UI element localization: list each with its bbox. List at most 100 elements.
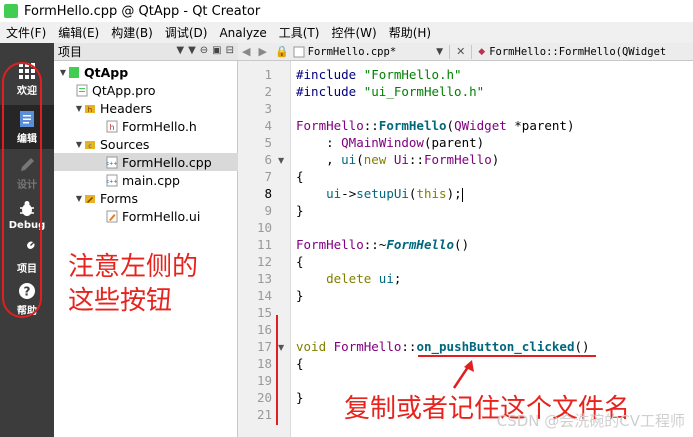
tree-item-label: Headers [100, 100, 153, 116]
sources-folder-icon: c [85, 140, 95, 150]
svg-text:h: h [109, 123, 114, 132]
line-number: 20 [256, 390, 272, 405]
link-icon[interactable]: ⊖ [200, 45, 208, 56]
lock-icon: 🔒 [274, 45, 289, 58]
tree-item-formhello-h[interactable]: h FormHello.h [54, 117, 238, 135]
code-line: FormHello::~FormHello() [296, 237, 470, 252]
code-line-current: ui->setupUi(this); [326, 186, 463, 202]
code-line: { [296, 169, 304, 184]
svg-text:c: c [88, 143, 91, 150]
back-arrow-icon[interactable]: ◀ [238, 45, 254, 58]
symbol-breadcrumb[interactable]: FormHello::FormHello(QWidget [489, 46, 666, 58]
code-line: #include "FormHello.h" [296, 67, 462, 82]
menu-build[interactable]: 构建(B) [105, 24, 159, 41]
qt-logo-icon [4, 4, 18, 18]
annotation-oval [2, 62, 42, 318]
line-number: 2 [264, 84, 272, 99]
menu-widgets[interactable]: 控件(W) [325, 24, 382, 41]
code-line: } [296, 203, 304, 218]
line-number: 18 [256, 356, 272, 371]
svg-text:c++: c++ [106, 179, 117, 185]
headers-folder-icon: h [85, 104, 95, 114]
line-number: 19 [256, 373, 272, 388]
close-panel-icon[interactable]: ⊟ [226, 45, 234, 56]
close-file-icon[interactable]: ✕ [456, 45, 465, 58]
menu-tools[interactable]: 工具(T) [273, 24, 326, 41]
fold-arrow-icon[interactable]: ▼ [278, 156, 284, 165]
code-line: } [296, 390, 304, 405]
tree-item-forms[interactable]: ▼ Forms [54, 189, 238, 207]
code-line: { [296, 356, 304, 371]
line-number: 12 [256, 254, 272, 269]
watermark: CSDN @会洗碗的CV工程师 [496, 412, 685, 430]
menu-edit[interactable]: 编辑(E) [52, 24, 105, 41]
line-number: 16 [256, 322, 272, 337]
line-number: 21 [256, 407, 272, 422]
cpp-file-icon: c++ [106, 174, 118, 186]
project-panel: 项目 ▼ ▼ ⊖ ▣ ⊟ ▼ QtApp QtApp.pro ▼ h Heade… [54, 43, 238, 437]
tree-item-label: Forms [100, 190, 139, 206]
cpp-file-icon [293, 46, 305, 57]
menu-help[interactable]: 帮助(H) [383, 24, 437, 41]
filter-icon[interactable]: ▼ [188, 45, 196, 56]
tree-item-label: QtApp.pro [92, 82, 156, 98]
code-line: { [296, 254, 304, 269]
line-number: 5 [264, 135, 272, 150]
tree-item-label: main.cpp [122, 172, 180, 188]
line-number: 3 [264, 101, 272, 116]
pro-file-icon [76, 84, 88, 96]
line-number: 9 [264, 203, 272, 218]
project-panel-title: 项目 [58, 45, 83, 59]
expand-arrow-icon[interactable]: ▼ [74, 194, 84, 203]
line-number: 15 [256, 305, 272, 320]
line-number: 6 [264, 152, 272, 167]
split-icon[interactable]: ▣ [212, 45, 221, 56]
tree-item-label: FormHello.cpp [122, 154, 212, 170]
line-number-gutter: 1 2 3 4 5 6 7 8 9 10 11 12 13 14 15 16 1… [238, 61, 291, 437]
tree-item-label: QtApp [84, 64, 129, 80]
line-number: 10 [256, 220, 272, 235]
window-title: FormHello.cpp @ QtApp - Qt Creator [24, 3, 261, 19]
left-annotation-line1: 注意左侧的 [68, 252, 199, 282]
code-line: , ui(new Ui::FormHello) [296, 152, 500, 167]
line-number: 1 [264, 67, 272, 82]
tree-item-project[interactable]: ▼ QtApp [54, 63, 238, 81]
annotation-left-bar [276, 315, 278, 425]
line-number-current: 8 [264, 186, 272, 201]
tree-item-sources[interactable]: ▼ c Sources [54, 135, 238, 153]
menu-debug[interactable]: 调试(D) [159, 24, 214, 41]
tree-item-pro[interactable]: QtApp.pro [54, 81, 238, 99]
tree-item-label: FormHello.h [122, 118, 197, 134]
code-line: void FormHello::on_pushButton_clicked() [296, 339, 590, 354]
header-file-icon: h [106, 120, 118, 132]
expand-arrow-icon[interactable]: ▼ [74, 140, 84, 149]
line-number: 17 [256, 339, 272, 354]
qt-creator-window: FormHello.cpp @ QtApp - Qt Creator 文件(F)… [0, 0, 693, 437]
cpp-file-icon: c++ [106, 156, 118, 168]
tree-item-label: FormHello.ui [122, 208, 201, 224]
forward-arrow-icon[interactable]: ▶ [254, 45, 270, 58]
code-area[interactable]: #include "FormHello.h" #include "ui_Form… [296, 61, 693, 437]
line-number: 11 [256, 237, 272, 252]
fold-arrow-icon[interactable]: ▼ [278, 343, 284, 352]
tree-item-formhello-ui[interactable]: FormHello.ui [54, 207, 238, 225]
file-dropdown-icon[interactable]: ▼ [436, 47, 443, 57]
svg-text:c++: c++ [106, 161, 117, 167]
left-annotation-line2: 这些按钮 [68, 286, 173, 316]
title-bar: FormHello.cpp @ QtApp - Qt Creator [0, 0, 693, 22]
left-annotation: 注意左侧的 这些按钮 [68, 250, 238, 318]
menu-analyze[interactable]: Analyze [213, 26, 272, 40]
dropdown-icon[interactable]: ▼ [176, 45, 184, 56]
code-line: #include "ui_FormHello.h" [296, 84, 485, 99]
expand-arrow-icon[interactable]: ▼ [74, 104, 84, 113]
tree-item-formhello-cpp[interactable]: c++ FormHello.cpp [54, 153, 238, 171]
tree-item-headers[interactable]: ▼ h Headers [54, 99, 238, 117]
menu-file[interactable]: 文件(F) [0, 24, 52, 41]
expand-arrow-icon[interactable]: ▼ [58, 68, 68, 77]
ui-file-icon [106, 210, 118, 222]
project-panel-header: 项目 ▼ ▼ ⊖ ▣ ⊟ [54, 43, 238, 61]
open-file-name[interactable]: FormHello.cpp* [308, 46, 397, 58]
tree-item-main-cpp[interactable]: c++ main.cpp [54, 171, 238, 189]
line-number: 13 [256, 271, 272, 286]
editor-toolbar: ◀ ▶ 🔒 FormHello.cpp* ▼ ✕ ◆ FormHello::Fo… [238, 43, 693, 61]
